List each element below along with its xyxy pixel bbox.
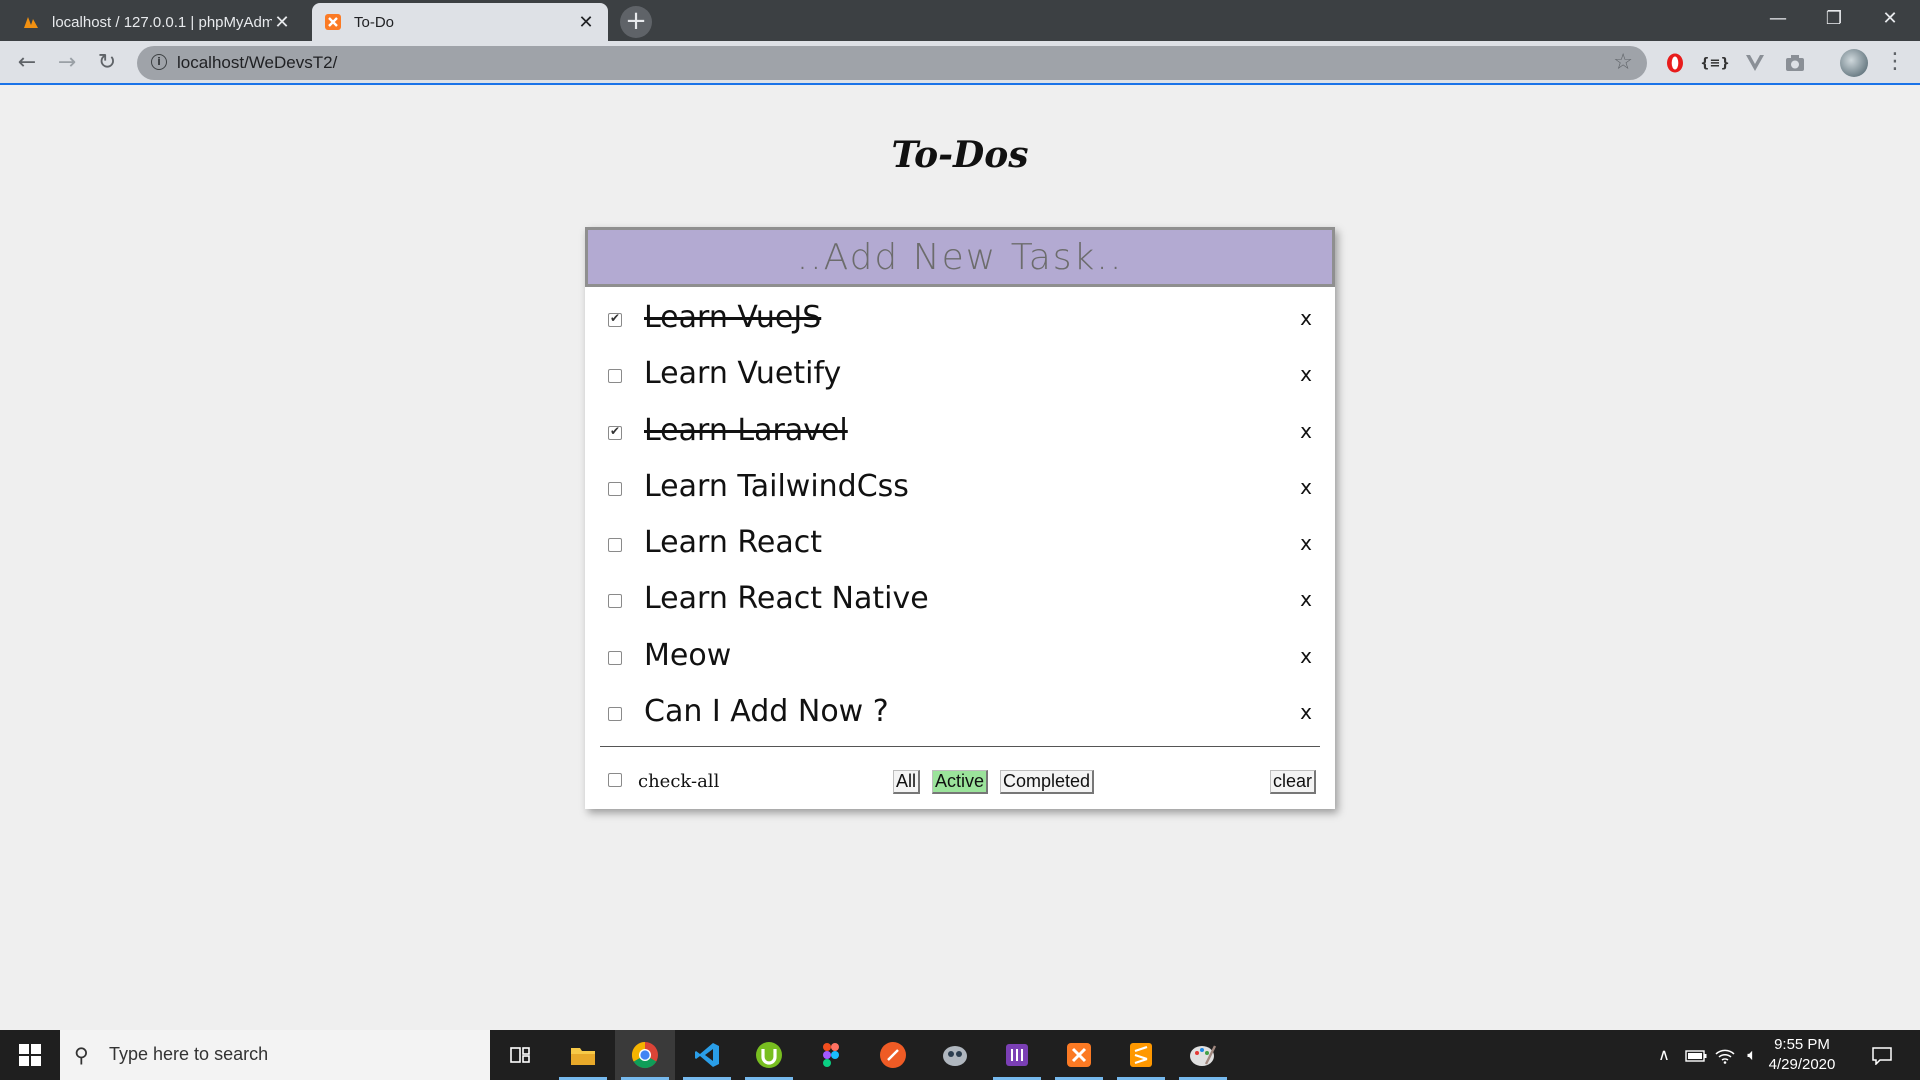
sublime-icon[interactable] — [1111, 1030, 1171, 1080]
battery-icon[interactable] — [1682, 1030, 1710, 1080]
purple-app-icon[interactable] — [987, 1030, 1047, 1080]
tray-chevron-icon[interactable]: ∧ — [1652, 1030, 1676, 1080]
window-close-icon[interactable]: ✕ — [1862, 0, 1918, 38]
todo-item: Can I Add Now ? x — [585, 688, 1335, 744]
xampp-icon[interactable] — [1049, 1030, 1109, 1080]
todo-text[interactable]: Can I Add Now ? — [644, 694, 889, 729]
profile-avatar[interactable] — [1840, 49, 1868, 77]
delete-button[interactable]: x — [1295, 362, 1317, 390]
tab-title: localhost / 127.0.0.1 | phpMyAdmin — [52, 13, 272, 31]
file-explorer-icon[interactable] — [553, 1030, 613, 1080]
utorrent-icon[interactable] — [739, 1030, 799, 1080]
figma-icon[interactable] — [801, 1030, 861, 1080]
notification-icon[interactable] — [1862, 1030, 1902, 1080]
browser-tabstrip: localhost / 127.0.0.1 | phpMyAdmin ✕ To-… — [0, 0, 1920, 41]
filter-all-button[interactable]: All — [893, 770, 921, 794]
tab-title: To-Do — [354, 13, 395, 31]
phpmyadmin-icon — [22, 13, 40, 31]
browser-toolbar: ← → ↻ i localhost/WeDevsT2/ ☆ {≡} ⋮ — [0, 41, 1920, 85]
todo-checkbox[interactable] — [608, 651, 622, 665]
address-bar[interactable]: i localhost/WeDevsT2/ ☆ — [137, 46, 1647, 80]
todo-text[interactable]: Learn TailwindCss — [644, 469, 909, 504]
wifi-icon[interactable] — [1712, 1030, 1738, 1080]
address-url: localhost/WeDevsT2/ — [177, 53, 338, 72]
clear-button[interactable]: clear — [1270, 770, 1317, 794]
todo-item: Learn React Native x — [585, 575, 1335, 631]
forward-icon[interactable]: → — [53, 49, 81, 77]
back-icon[interactable]: ← — [13, 49, 41, 77]
delete-button[interactable]: x — [1295, 644, 1317, 672]
camera-icon[interactable] — [1782, 49, 1808, 77]
json-icon[interactable]: {≡} — [1700, 49, 1729, 77]
todo-checkbox[interactable] — [608, 369, 622, 383]
todo-checkbox[interactable] — [608, 482, 622, 496]
minimize-icon[interactable]: — — [1750, 0, 1806, 38]
close-icon[interactable]: ✕ — [576, 12, 596, 33]
delete-button[interactable]: x — [1295, 419, 1317, 447]
delete-button[interactable]: x — [1295, 531, 1317, 559]
info-icon[interactable]: i — [151, 54, 167, 70]
tab-phpmyadmin[interactable]: localhost / 127.0.0.1 | phpMyAdmin ✕ — [10, 3, 304, 41]
postman-icon[interactable] — [863, 1030, 923, 1080]
vue-devtools-icon[interactable] — [1742, 49, 1768, 77]
todo-text[interactable]: Learn React Native — [644, 581, 929, 616]
windows-taskbar: ⚲ Type here to search ∧ 🔈︎ 9:55 PM 4/29/… — [0, 1030, 1920, 1080]
todo-item: Learn VueJS x — [585, 294, 1335, 350]
todo-text[interactable]: Learn React — [644, 525, 822, 560]
todo-checkbox[interactable] — [608, 594, 622, 608]
opera-icon[interactable] — [1662, 49, 1688, 77]
todo-text[interactable]: Learn Laravel — [644, 413, 848, 448]
clock-date: 4/29/2020 — [1768, 1056, 1836, 1073]
delete-button[interactable]: x — [1295, 306, 1317, 334]
todo-checkbox[interactable] — [608, 538, 622, 552]
vscode-icon[interactable] — [677, 1030, 737, 1080]
task-view-icon[interactable] — [490, 1030, 550, 1080]
xampp-icon — [324, 13, 342, 31]
tab-todo[interactable]: To-Do ✕ — [312, 3, 608, 41]
check-all-label: check-all — [638, 771, 720, 792]
paint-icon[interactable] — [1173, 1030, 1233, 1080]
todo-checkbox[interactable] — [608, 707, 622, 721]
filter-active-button[interactable]: Active — [932, 770, 989, 794]
windows-start-icon[interactable] — [0, 1030, 60, 1080]
todo-item: Learn Vuetify x — [585, 350, 1335, 406]
todo-checkbox[interactable] — [608, 311, 622, 327]
unknown-app-icon[interactable] — [925, 1030, 985, 1080]
check-all-checkbox[interactable] — [608, 773, 622, 787]
todo-item: Learn TailwindCss x — [585, 463, 1335, 519]
todo-card: Learn VueJS x Learn Vuetify x Learn Lara… — [585, 227, 1335, 809]
taskbar-search[interactable]: ⚲ Type here to search — [60, 1030, 490, 1080]
new-tab-button[interactable]: + — [620, 6, 652, 38]
filter-completed-button[interactable]: Completed — [1000, 770, 1095, 794]
todo-text[interactable]: Learn VueJS — [644, 300, 821, 335]
todo-checkbox[interactable] — [608, 424, 622, 440]
delete-button[interactable]: x — [1295, 700, 1317, 728]
todo-item: Learn React x — [585, 519, 1335, 575]
browser-menu-icon[interactable]: ⋮ — [1884, 49, 1906, 77]
todo-text[interactable]: Meow — [644, 638, 731, 673]
close-icon[interactable]: ✕ — [272, 12, 292, 33]
taskbar-clock[interactable]: 9:55 PM 4/29/2020 — [1762, 1035, 1842, 1075]
clock-time: 9:55 PM — [1774, 1036, 1830, 1053]
page-title: To-Dos — [891, 134, 1029, 176]
delete-button[interactable]: x — [1295, 475, 1317, 503]
todo-item: Meow x — [585, 632, 1335, 688]
todo-text[interactable]: Learn Vuetify — [644, 356, 841, 391]
todo-item: Learn Laravel x — [585, 407, 1335, 463]
restore-icon[interactable]: ❐ — [1806, 0, 1862, 38]
footer-divider — [600, 746, 1320, 747]
delete-button[interactable]: x — [1295, 587, 1317, 615]
chrome-icon[interactable] — [615, 1030, 675, 1080]
bookmark-star-icon[interactable]: ☆ — [1613, 50, 1633, 75]
new-task-input[interactable] — [585, 227, 1335, 287]
volume-icon[interactable]: 🔈︎ — [1740, 1030, 1764, 1080]
reload-icon[interactable]: ↻ — [93, 49, 121, 77]
search-placeholder: Type here to search — [109, 1044, 269, 1064]
search-icon: ⚲ — [74, 1043, 89, 1067]
